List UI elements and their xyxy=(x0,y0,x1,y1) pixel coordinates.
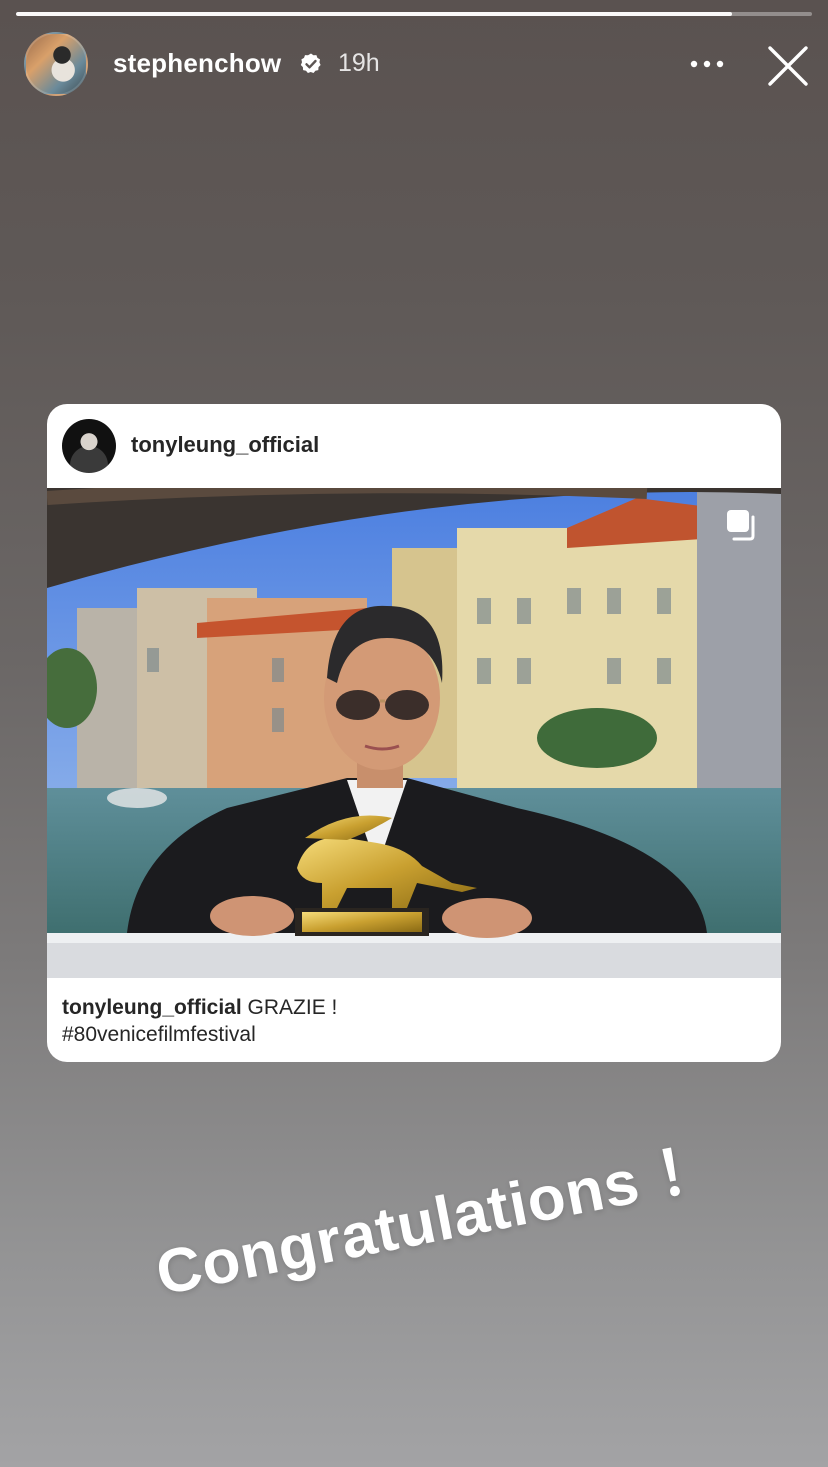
verified-badge-icon xyxy=(299,52,323,76)
shared-post-header: tonyleung_official xyxy=(47,404,781,488)
shared-post-avatar[interactable] xyxy=(62,419,116,473)
caption-text: GRAZIE ! xyxy=(247,996,338,1019)
shared-post-image[interactable] xyxy=(47,488,781,978)
text-sticker: Congratulations ！ xyxy=(144,1098,725,1323)
story-header: stephenchow 19h xyxy=(24,32,814,98)
story-progress-fill xyxy=(16,12,733,16)
story-progress-bar xyxy=(16,12,812,16)
more-horizontal-icon[interactable] xyxy=(688,52,728,76)
sticker-text: Congratulations ！ xyxy=(150,1131,725,1309)
shared-post-caption: tonyleung_official GRAZIE ! #80venicefil… xyxy=(62,994,762,1048)
caption-username[interactable]: tonyleung_official xyxy=(62,996,242,1019)
carousel-icon xyxy=(725,508,759,542)
story-timestamp: 19h xyxy=(338,49,380,77)
caption-hashtag[interactable]: #80venicefilmfestival xyxy=(62,1023,256,1046)
avatar[interactable] xyxy=(24,32,88,96)
shared-post-card[interactable]: tonyleung_official tonyleung_official GR… xyxy=(47,404,781,1062)
close-icon[interactable] xyxy=(766,44,810,88)
story-username[interactable]: stephenchow xyxy=(113,48,281,79)
shared-post-username[interactable]: tonyleung_official xyxy=(131,432,319,458)
